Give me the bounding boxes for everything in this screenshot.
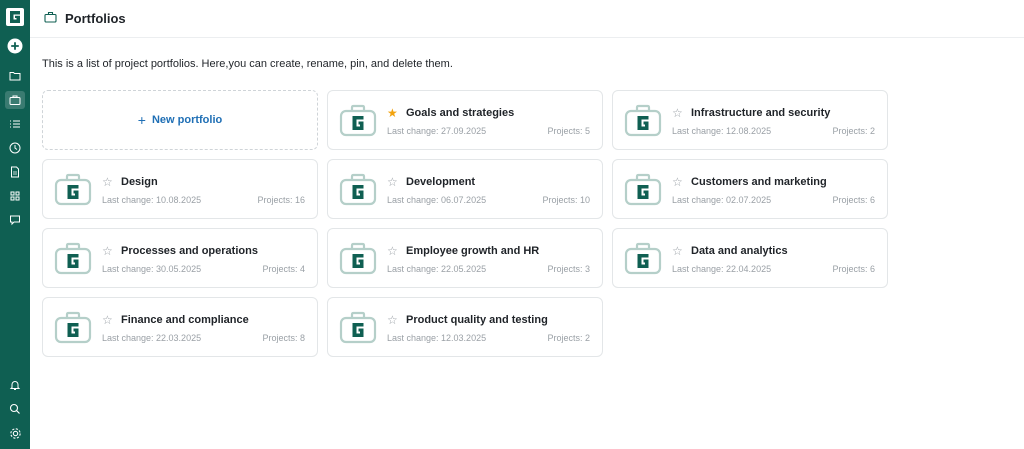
new-portfolio-label: New portfolio xyxy=(151,114,223,126)
grid-icon[interactable] xyxy=(0,184,30,208)
portfolio-name: Goals and strategies xyxy=(406,106,515,119)
page-header: Portfolios xyxy=(30,0,1024,38)
portfolio-briefcase-icon xyxy=(339,103,377,137)
portfolio-card[interactable]: ☆ Customers and marketing Last change: 0… xyxy=(612,159,888,219)
project-count: Projects: 8 xyxy=(262,332,305,343)
project-count: Projects: 3 xyxy=(547,263,590,274)
last-change: Last change: 22.03.2025 xyxy=(102,332,202,343)
list-icon[interactable] xyxy=(0,112,30,136)
portfolio-briefcase-icon xyxy=(54,172,92,206)
portfolio-name: Development xyxy=(406,175,476,188)
page-title: Portfolios xyxy=(65,11,126,26)
portfolio-briefcase-icon xyxy=(339,172,377,206)
clock-icon[interactable] xyxy=(0,136,30,160)
add-circle-icon[interactable] xyxy=(0,34,30,58)
project-count: Projects: 2 xyxy=(547,332,590,343)
project-count: Projects: 5 xyxy=(547,125,590,136)
portfolio-briefcase-icon xyxy=(54,241,92,275)
sidebar xyxy=(0,0,30,449)
portfolio-name: Employee growth and HR xyxy=(406,244,540,257)
search-icon[interactable] xyxy=(0,397,30,421)
portfolio-card[interactable]: ☆ Development Last change: 06.07.2025 Pr… xyxy=(327,159,603,219)
chat-icon[interactable] xyxy=(0,208,30,232)
portfolio-card[interactable]: ☆ Processes and operations Last change: … xyxy=(42,228,318,288)
pin-star-icon[interactable]: ☆ xyxy=(387,314,399,326)
pin-star-icon[interactable]: ☆ xyxy=(102,176,114,188)
portfolio-grid: + New portfolio ★ Goals and strategies L… xyxy=(42,90,888,357)
portfolio-briefcase-icon xyxy=(624,103,662,137)
portfolio-name: Infrastructure and security xyxy=(691,106,831,119)
portfolio-name: Customers and marketing xyxy=(691,175,827,188)
pin-star-icon[interactable]: ☆ xyxy=(102,314,114,326)
portfolio-card[interactable]: ☆ Employee growth and HR Last change: 22… xyxy=(327,228,603,288)
last-change: Last change: 22.04.2025 xyxy=(672,263,772,274)
last-change: Last change: 02.07.2025 xyxy=(672,194,772,205)
project-count: Projects: 6 xyxy=(832,194,875,205)
document-icon[interactable] xyxy=(0,160,30,184)
plus-icon: + xyxy=(137,112,146,128)
last-change: Last change: 10.08.2025 xyxy=(102,194,202,205)
briefcase-icon xyxy=(44,10,57,28)
portfolio-name: Processes and operations xyxy=(121,244,258,257)
portfolio-card[interactable]: ☆ Data and analytics Last change: 22.04.… xyxy=(612,228,888,288)
portfolio-card[interactable]: ☆ Product quality and testing Last chang… xyxy=(327,297,603,357)
briefcase-icon[interactable] xyxy=(0,88,30,112)
folder-icon[interactable] xyxy=(0,64,30,88)
logo-g-icon xyxy=(10,11,20,23)
pin-star-icon[interactable]: ☆ xyxy=(387,245,399,257)
page-description: This is a list of project portfolios. He… xyxy=(42,58,453,70)
portfolio-briefcase-icon xyxy=(339,241,377,275)
pin-star-icon[interactable]: ☆ xyxy=(672,107,684,119)
portfolio-briefcase-icon xyxy=(624,172,662,206)
pin-star-icon[interactable]: ★ xyxy=(387,107,399,119)
portfolio-card[interactable]: ☆ Infrastructure and security Last chang… xyxy=(612,90,888,150)
portfolio-name: Data and analytics xyxy=(691,244,788,257)
app-logo[interactable] xyxy=(6,8,24,26)
project-count: Projects: 2 xyxy=(832,125,875,136)
portfolio-briefcase-icon xyxy=(624,241,662,275)
pin-star-icon[interactable]: ☆ xyxy=(672,245,684,257)
last-change: Last change: 06.07.2025 xyxy=(387,194,487,205)
pin-star-icon[interactable]: ☆ xyxy=(102,245,114,257)
portfolio-name: Finance and compliance xyxy=(121,313,249,326)
portfolio-briefcase-icon xyxy=(339,310,377,344)
last-change: Last change: 12.08.2025 xyxy=(672,125,772,136)
portfolio-card[interactable]: ★ Goals and strategies Last change: 27.0… xyxy=(327,90,603,150)
pin-star-icon[interactable]: ☆ xyxy=(672,176,684,188)
project-count: Projects: 16 xyxy=(257,194,305,205)
last-change: Last change: 27.09.2025 xyxy=(387,125,487,136)
portfolio-briefcase-icon xyxy=(54,310,92,344)
project-count: Projects: 10 xyxy=(542,194,590,205)
project-count: Projects: 4 xyxy=(262,263,305,274)
last-change: Last change: 12.03.2025 xyxy=(387,332,487,343)
portfolio-name: Product quality and testing xyxy=(406,313,548,326)
portfolio-name: Design xyxy=(121,175,158,188)
last-change: Last change: 22.05.2025 xyxy=(387,263,487,274)
portfolio-card[interactable]: ☆ Finance and compliance Last change: 22… xyxy=(42,297,318,357)
pin-star-icon[interactable]: ☆ xyxy=(387,176,399,188)
new-portfolio-button[interactable]: + New portfolio xyxy=(42,90,318,150)
project-count: Projects: 6 xyxy=(832,263,875,274)
portfolio-card[interactable]: ☆ Design Last change: 10.08.2025 Project… xyxy=(42,159,318,219)
last-change: Last change: 30.05.2025 xyxy=(102,263,202,274)
gear-icon[interactable] xyxy=(0,421,30,445)
bell-icon[interactable] xyxy=(0,373,30,397)
